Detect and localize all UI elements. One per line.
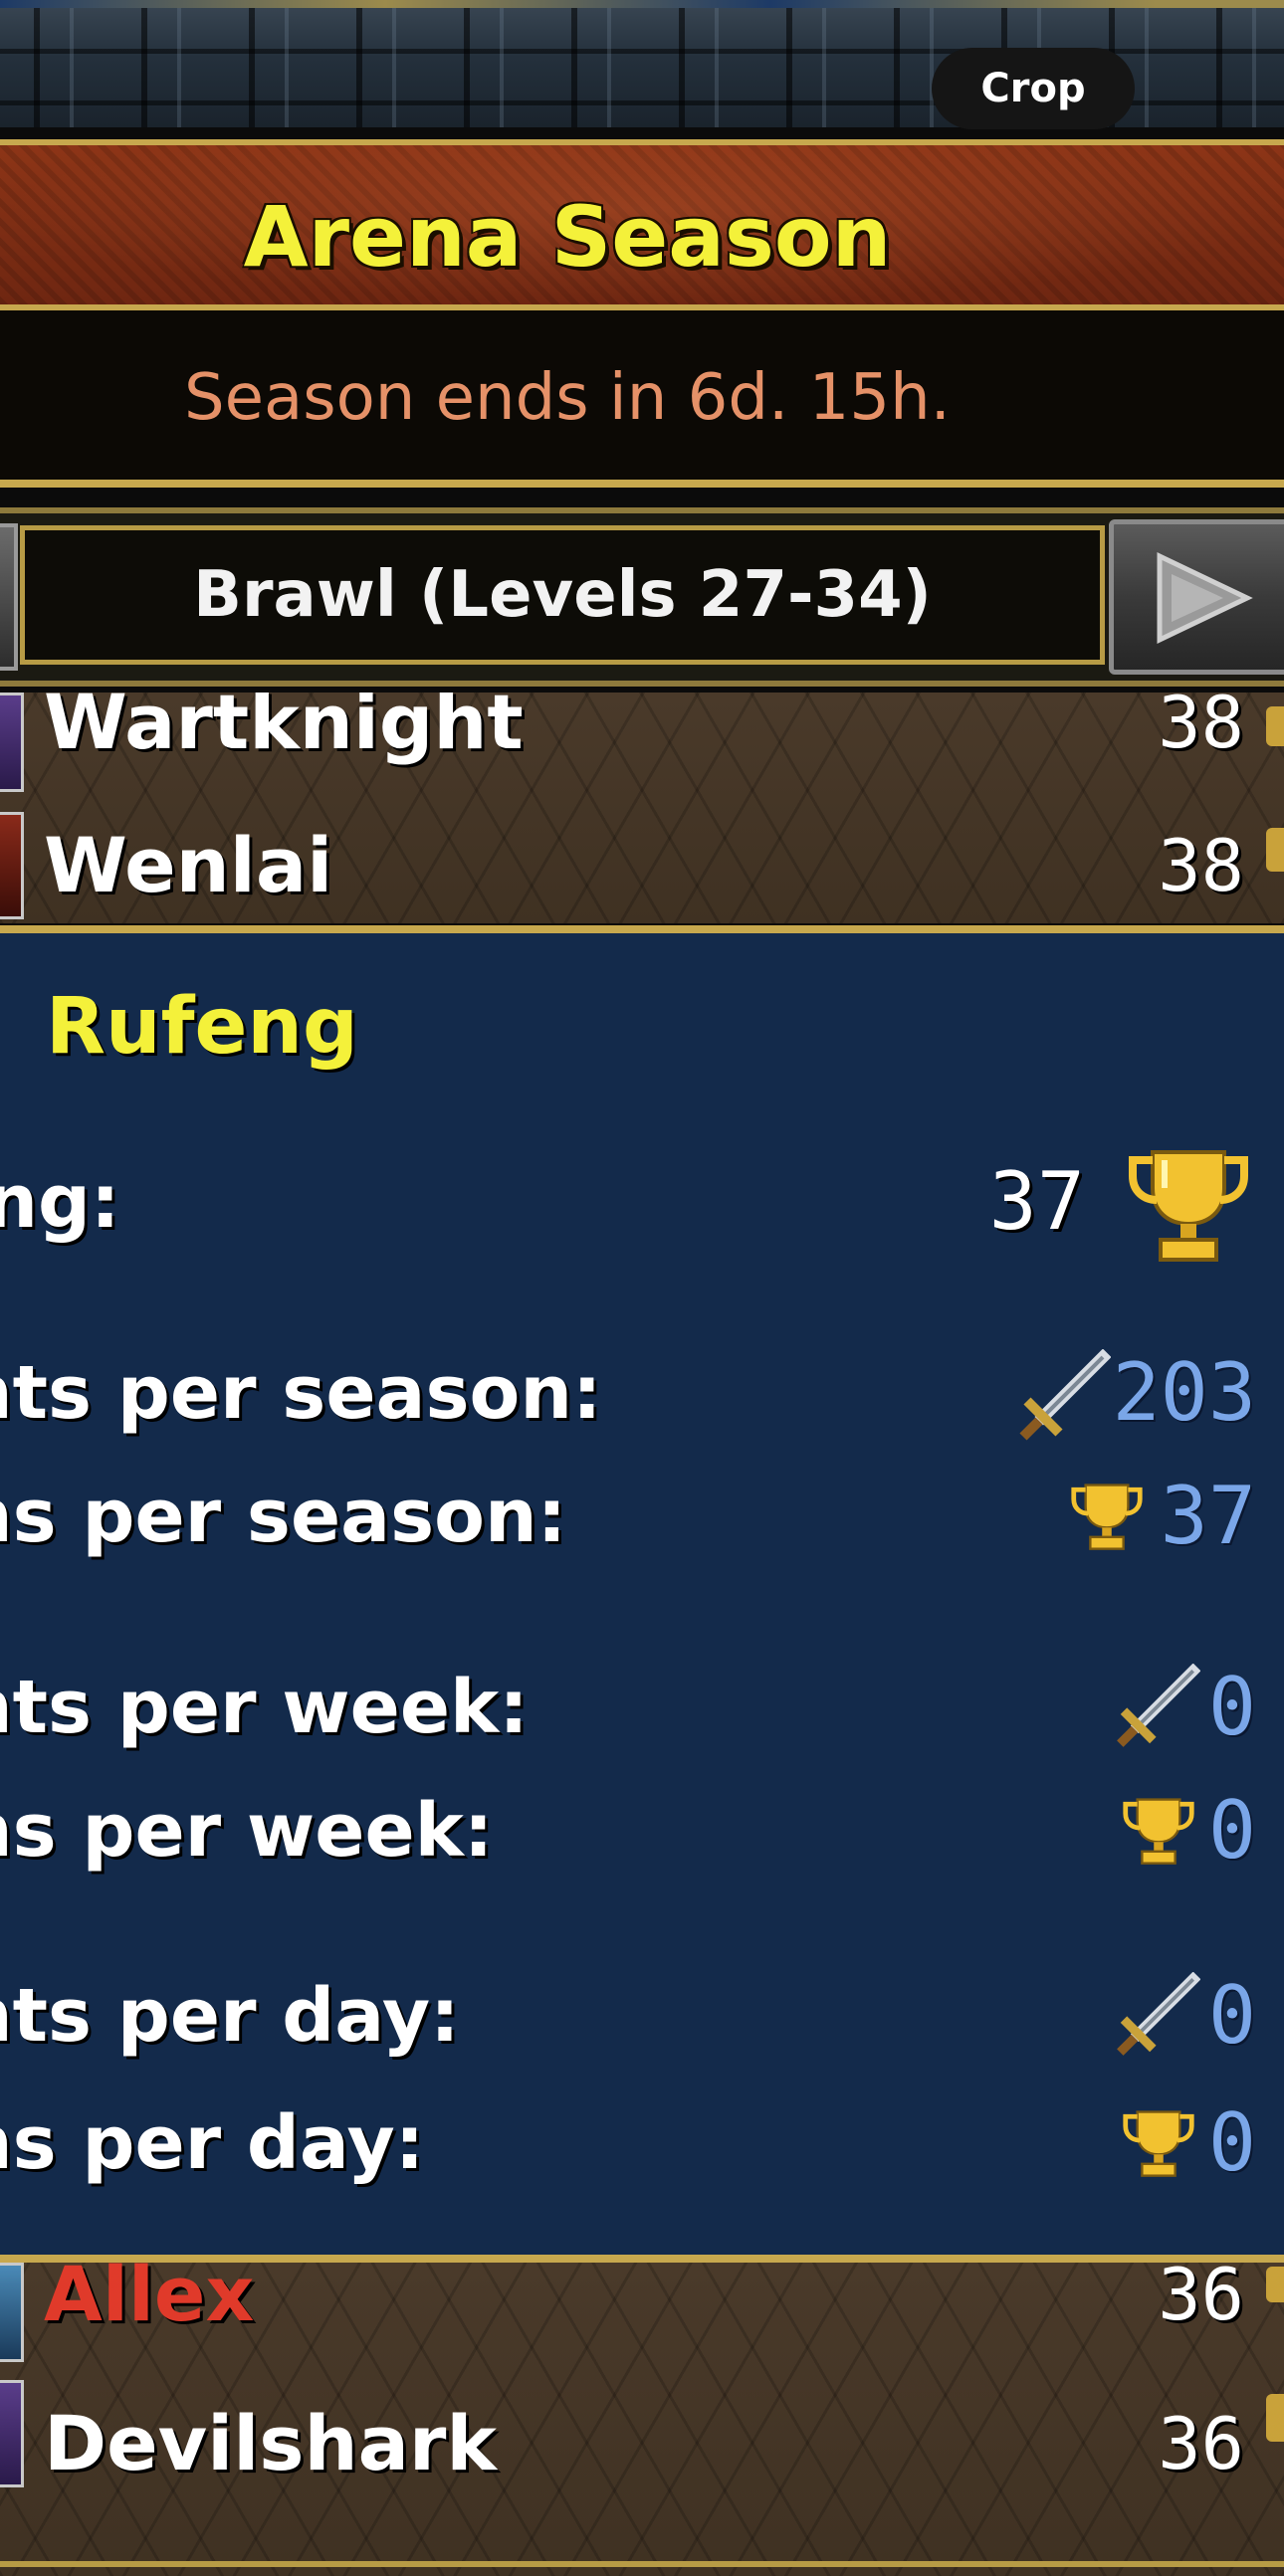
season-end-countdown: Season ends in 6d. 15h.: [184, 361, 951, 435]
wins-per-day-value: 0: [1207, 2096, 1256, 2189]
fights-per-season-value: 203: [1112, 1346, 1257, 1439]
play-arrow-icon: [1157, 552, 1253, 644]
page-title: Arena Season: [243, 188, 892, 286]
wins-per-season-value: 37: [1160, 1470, 1256, 1562]
fights-per-day-value: 0: [1207, 1969, 1256, 2062]
player-level: 38: [1158, 693, 1244, 764]
trophy-icon: [1123, 1798, 1194, 1865]
list-item[interactable]: Wartknight 38: [0, 693, 1284, 806]
top-trim: [0, 0, 1284, 8]
avatar: [0, 2263, 24, 2362]
wins-per-week-label: ns per week:: [0, 1788, 494, 1874]
list-item[interactable]: Allex 36: [0, 2263, 1284, 2370]
sword-icon: [1117, 1664, 1200, 1747]
player-detail-name: Rufeng: [46, 982, 358, 1072]
avatar: [0, 2380, 24, 2487]
list-item[interactable]: Devilshark 36: [0, 2374, 1284, 2513]
list-item[interactable]: Wenlai 38: [0, 808, 1284, 921]
fights-per-week-value: 0: [1207, 1661, 1256, 1753]
trophy-icon: [1266, 828, 1284, 872]
wins-per-season-label: ns per season:: [0, 1474, 567, 1559]
rating-label: ing:: [0, 1159, 120, 1245]
rating-value: 37: [988, 1155, 1085, 1248]
previous-bracket-button[interactable]: [0, 523, 18, 671]
trophy-icon: [1129, 1150, 1248, 1262]
avatar: [0, 693, 24, 792]
sword-icon: [1019, 1349, 1111, 1441]
player-level: 36: [1158, 2263, 1244, 2336]
trophy-icon: [1266, 2394, 1284, 2442]
player-name: Allex: [44, 2263, 255, 2338]
wins-per-day-label: ns per day:: [0, 2100, 425, 2186]
avatar: [0, 812, 24, 919]
player-level: 38: [1158, 824, 1244, 907]
crop-button[interactable]: Crop: [932, 48, 1135, 129]
trophy-icon: [1266, 706, 1284, 746]
sword-icon: [1117, 1972, 1200, 2056]
trophy-icon: [1071, 1484, 1143, 1550]
fights-per-day-label: nts per day:: [0, 1973, 460, 2059]
player-name: Wenlai: [44, 821, 333, 909]
trophy-icon: [1266, 2267, 1284, 2302]
list-divider: [0, 2561, 1284, 2567]
wins-per-week-value: 0: [1207, 1784, 1256, 1877]
bracket-label: Brawl (Levels 27-34): [193, 558, 932, 632]
player-level: 36: [1158, 2402, 1244, 2485]
player-name: Devilshark: [44, 2399, 497, 2487]
next-bracket-button[interactable]: [1109, 519, 1284, 675]
fights-per-season-label: nts per season:: [0, 1350, 602, 1436]
fights-per-week-label: nts per week:: [0, 1665, 529, 1750]
trophy-icon: [1123, 2110, 1194, 2177]
player-name: Wartknight: [44, 693, 524, 766]
